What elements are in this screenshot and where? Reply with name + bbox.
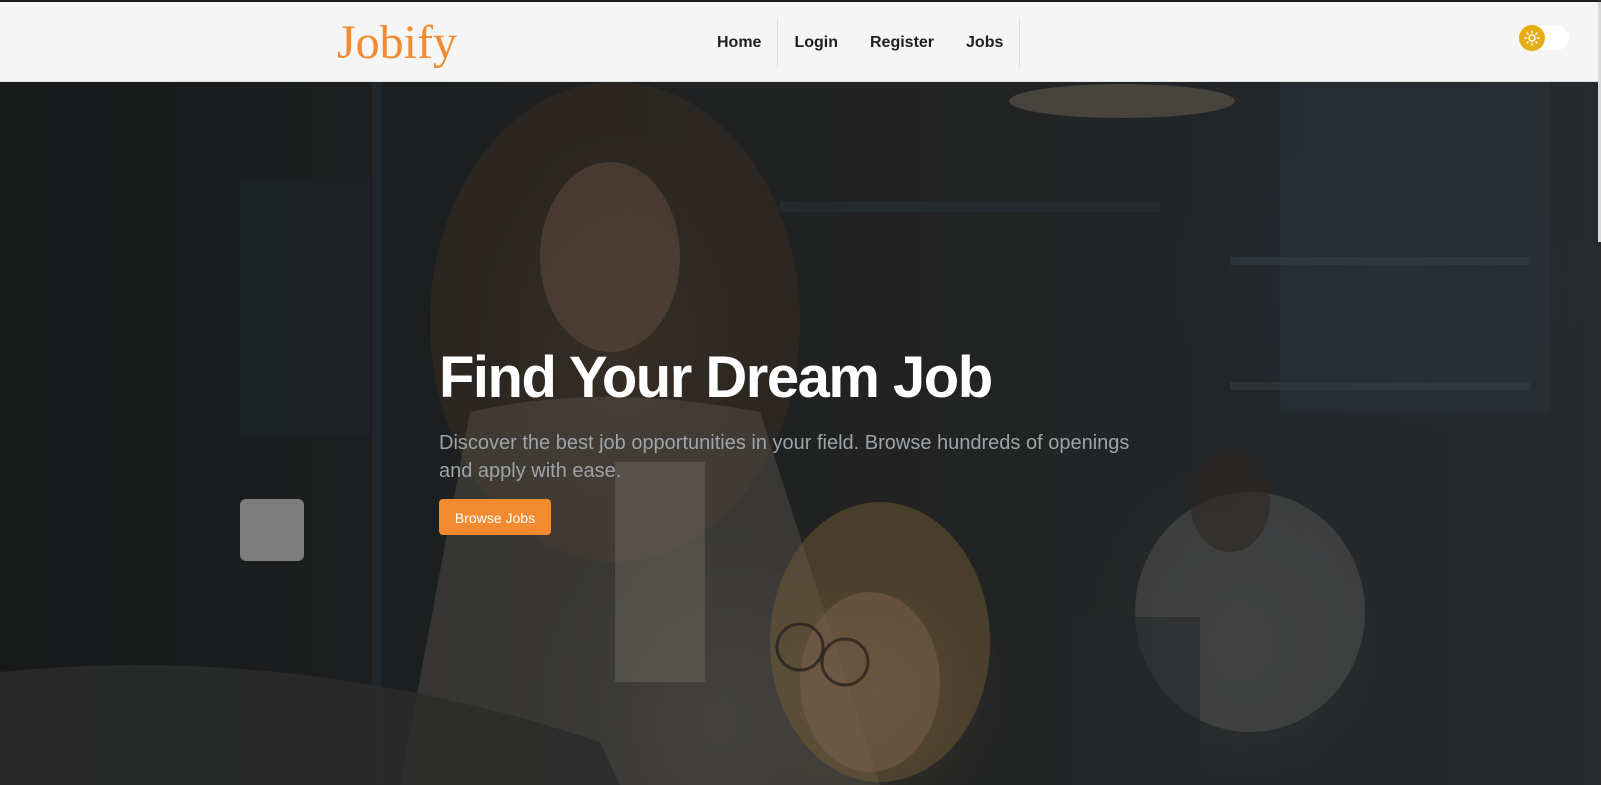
nav-home[interactable]: Home <box>701 18 779 68</box>
nav-login[interactable]: Login <box>778 18 854 68</box>
hero-subtitle: Discover the best job opportunities in y… <box>439 432 1130 482</box>
navbar: Jobify Home Login Register Jobs <box>0 0 1598 82</box>
main-nav: Home Login Register Jobs <box>701 18 1021 68</box>
hero-section: Find Your Dream Job Discover the best jo… <box>0 82 1598 785</box>
sun-icon <box>1524 30 1540 46</box>
theme-toggle[interactable] <box>1519 25 1569 51</box>
nav-jobs[interactable]: Jobs <box>950 18 1021 68</box>
hero-content: Find Your Dream Job Discover the best jo… <box>439 345 1159 535</box>
page: Jobify Home Login Register Jobs Find You… <box>0 0 1601 785</box>
hero-title: Find Your Dream Job <box>439 345 993 410</box>
browse-jobs-button[interactable]: Browse Jobs <box>439 499 551 535</box>
theme-toggle-knob <box>1519 25 1545 51</box>
nav-register[interactable]: Register <box>854 18 950 68</box>
logo-link[interactable]: Jobify <box>337 15 457 71</box>
